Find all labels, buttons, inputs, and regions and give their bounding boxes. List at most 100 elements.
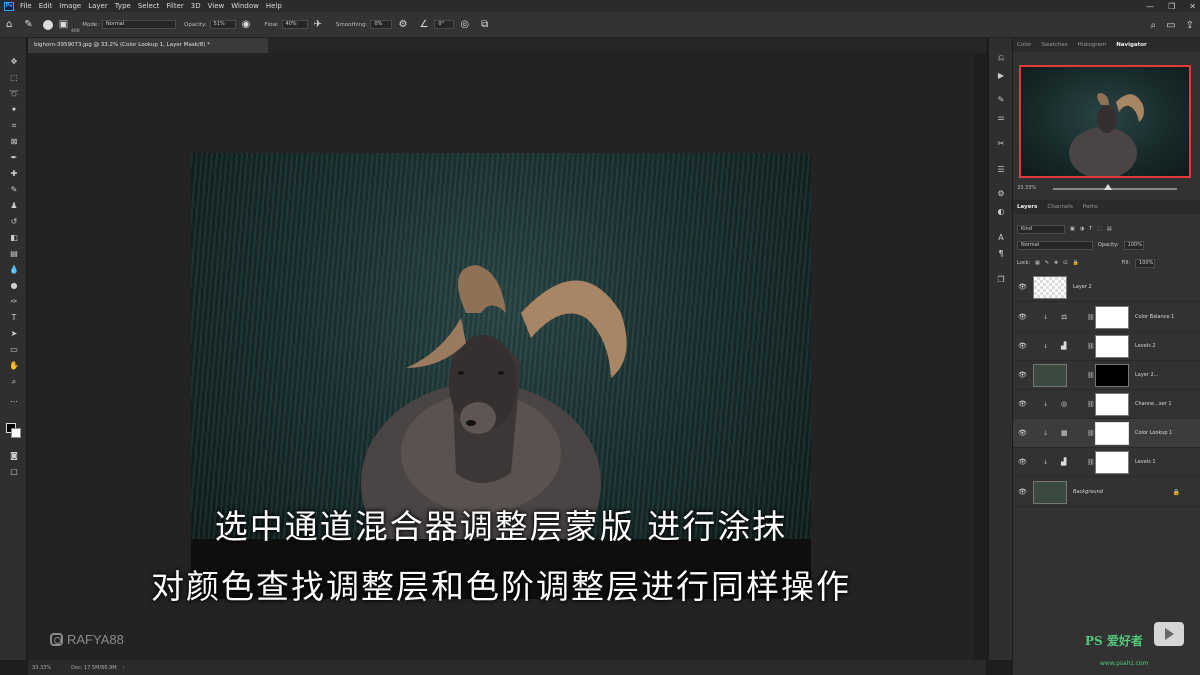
- hand-tool-icon[interactable]: ✋: [8, 360, 20, 372]
- angle-field[interactable]: 0°: [434, 20, 455, 29]
- menu-3d[interactable]: 3D: [191, 2, 201, 10]
- layer-row-color-balance-1[interactable]: 👁 ↓ ⚖ ⛓ Color Balance 1: [1013, 303, 1200, 332]
- layer-row-levels-2[interactable]: 👁 ↓ ▟ ⛓ Levels 2: [1013, 332, 1200, 361]
- filter-pixel-icon[interactable]: ▣: [1070, 226, 1075, 232]
- layer-row-layer-2[interactable]: 👁 Layer 2: [1013, 273, 1200, 302]
- brush-tool-icon[interactable]: ✎: [24, 19, 32, 30]
- background-color-swatch[interactable]: [11, 428, 21, 438]
- brush-tool-icon[interactable]: ✎: [8, 184, 20, 196]
- screen-mode-icon[interactable]: ▢: [8, 466, 20, 478]
- history-panel-icon[interactable]: ⎌: [995, 52, 1007, 64]
- restore-button[interactable]: ❐: [1168, 2, 1175, 11]
- navigator-zoom-slider[interactable]: [1053, 188, 1177, 190]
- layer-row-color-lookup-1[interactable]: 👁 ↓ ▦ ⛓ Color Lookup 1: [1013, 419, 1200, 448]
- menu-edit[interactable]: Edit: [39, 2, 53, 10]
- opacity-field[interactable]: 51%: [209, 20, 236, 29]
- menu-type[interactable]: Type: [115, 2, 131, 10]
- layer-name[interactable]: Background: [1073, 489, 1103, 495]
- visibility-eye-icon[interactable]: 👁: [1018, 313, 1027, 321]
- mask-link-icon[interactable]: ⛓: [1087, 459, 1095, 466]
- visibility-eye-icon[interactable]: 👁: [1018, 371, 1027, 379]
- visibility-eye-icon[interactable]: 👁: [1018, 458, 1027, 466]
- pressure-size-icon[interactable]: ◎: [460, 19, 469, 30]
- navigator-thumbnail[interactable]: [1019, 65, 1191, 178]
- flow-field[interactable]: 40%: [281, 20, 308, 29]
- pressure-opacity-icon[interactable]: ◉: [242, 19, 251, 30]
- layer-row-layer-2-copy[interactable]: 👁 ⛓ Layer 2...: [1013, 361, 1200, 390]
- visibility-eye-icon[interactable]: 👁: [1018, 488, 1027, 496]
- mask-link-icon[interactable]: ⛓: [1087, 314, 1095, 321]
- document-tab[interactable]: bighorn-3959073.jpg @ 33.2% (Color Looku…: [28, 38, 268, 53]
- layer-name[interactable]: Color Lookup 1: [1135, 430, 1172, 436]
- mask-link-icon[interactable]: ⛓: [1087, 430, 1095, 437]
- tools-presets-icon[interactable]: ✂: [995, 138, 1007, 150]
- frame-tool-icon[interactable]: ⊠: [8, 136, 20, 148]
- layer-name[interactable]: Channe...xer 1: [1135, 401, 1172, 407]
- layer-row-background[interactable]: 👁 Background 🔒: [1013, 478, 1200, 507]
- airbrush-icon[interactable]: ✈: [314, 19, 322, 30]
- menu-window[interactable]: Window: [231, 2, 259, 10]
- kind-filter-select[interactable]: Kind: [1017, 224, 1065, 234]
- smoothing-field[interactable]: 0%: [370, 20, 393, 29]
- lasso-tool-icon[interactable]: ➰: [8, 88, 20, 100]
- menu-file[interactable]: File: [20, 2, 32, 10]
- zoom-level[interactable]: 33.33%: [32, 665, 51, 671]
- lock-artboard-icon[interactable]: ⊡: [1063, 260, 1067, 266]
- paragraph-panel-icon[interactable]: ¶: [995, 248, 1007, 260]
- layer-name[interactable]: Color Balance 1: [1135, 314, 1174, 320]
- tab-navigator[interactable]: Navigator: [1116, 42, 1147, 48]
- menu-view[interactable]: View: [208, 2, 225, 10]
- tab-channels[interactable]: Channels: [1047, 204, 1072, 210]
- blur-tool-icon[interactable]: 💧: [8, 264, 20, 276]
- symmetry-icon[interactable]: ⧉: [481, 19, 488, 30]
- history-brush-icon[interactable]: ↺: [8, 216, 20, 228]
- minimize-button[interactable]: —: [1146, 2, 1154, 11]
- type-tool-icon[interactable]: T: [8, 312, 20, 324]
- tab-paths[interactable]: Paths: [1083, 204, 1098, 210]
- menu-select[interactable]: Select: [138, 2, 160, 10]
- lock-position-icon[interactable]: ✥: [1054, 260, 1058, 266]
- filter-type-icon[interactable]: T: [1089, 226, 1092, 232]
- healing-tool-icon[interactable]: ✚: [8, 168, 20, 180]
- pen-tool-icon[interactable]: ✑: [8, 296, 20, 308]
- layer-mask-thumbnail[interactable]: [1095, 305, 1129, 329]
- tab-histogram[interactable]: Histogram: [1078, 42, 1107, 48]
- filter-adjustment-icon[interactable]: ◑: [1080, 226, 1084, 232]
- tab-color[interactable]: Color: [1017, 42, 1031, 48]
- blend-mode-select[interactable]: Normal: [1017, 240, 1093, 250]
- layer-mask-thumbnail[interactable]: [1095, 363, 1129, 387]
- mode-select[interactable]: Normal: [102, 20, 177, 29]
- layer-mask-thumbnail[interactable]: [1095, 450, 1129, 474]
- layer-name[interactable]: Layer 2: [1073, 284, 1092, 290]
- layer-mask-thumbnail[interactable]: [1095, 421, 1129, 445]
- workspace-icon[interactable]: ▭: [1166, 20, 1175, 31]
- move-tool-icon[interactable]: ✥: [8, 56, 20, 68]
- layer-row-channel-mixer-1[interactable]: 👁 ↓ ◎ ⛓ Channe...xer 1: [1013, 390, 1200, 419]
- tab-layers[interactable]: Layers: [1017, 204, 1037, 210]
- lock-all-icon[interactable]: 🔒: [1072, 260, 1078, 266]
- quick-select-tool-icon[interactable]: ✦: [8, 104, 20, 116]
- visibility-eye-icon[interactable]: 👁: [1018, 283, 1027, 291]
- tab-swatches[interactable]: Swatches: [1041, 42, 1067, 48]
- share-icon[interactable]: ⇪: [1186, 20, 1194, 31]
- path-select-tool-icon[interactable]: ➤: [8, 328, 20, 340]
- mask-link-icon[interactable]: ⛓: [1087, 343, 1095, 350]
- layer-name[interactable]: Layer 2...: [1135, 372, 1158, 378]
- layer-mask-thumbnail[interactable]: [1095, 392, 1129, 416]
- visibility-eye-icon[interactable]: 👁: [1018, 429, 1027, 437]
- fill-field[interactable]: 100%: [1135, 258, 1156, 268]
- layer-row-levels-1[interactable]: 👁 ↓ ▟ ⛓ Levels 1: [1013, 448, 1200, 477]
- dodge-tool-icon[interactable]: ●: [8, 280, 20, 292]
- layer-mask-thumbnail[interactable]: [1095, 334, 1129, 358]
- brush-panel-icon[interactable]: ✎: [995, 94, 1007, 106]
- visibility-eye-icon[interactable]: 👁: [1018, 400, 1027, 408]
- gear-icon[interactable]: ⚙: [398, 19, 407, 30]
- lock-transparency-icon[interactable]: ▦: [1035, 260, 1040, 266]
- mask-link-icon[interactable]: ⛓: [1087, 401, 1095, 408]
- layer-name[interactable]: Levels 2: [1135, 343, 1156, 349]
- navigator-slider-knob[interactable]: [1104, 184, 1112, 190]
- styles-icon[interactable]: ◐: [995, 206, 1007, 218]
- properties-icon[interactable]: ⚙: [995, 188, 1007, 200]
- menu-image[interactable]: Image: [59, 2, 81, 10]
- filter-shape-icon[interactable]: ⬚: [1097, 226, 1102, 232]
